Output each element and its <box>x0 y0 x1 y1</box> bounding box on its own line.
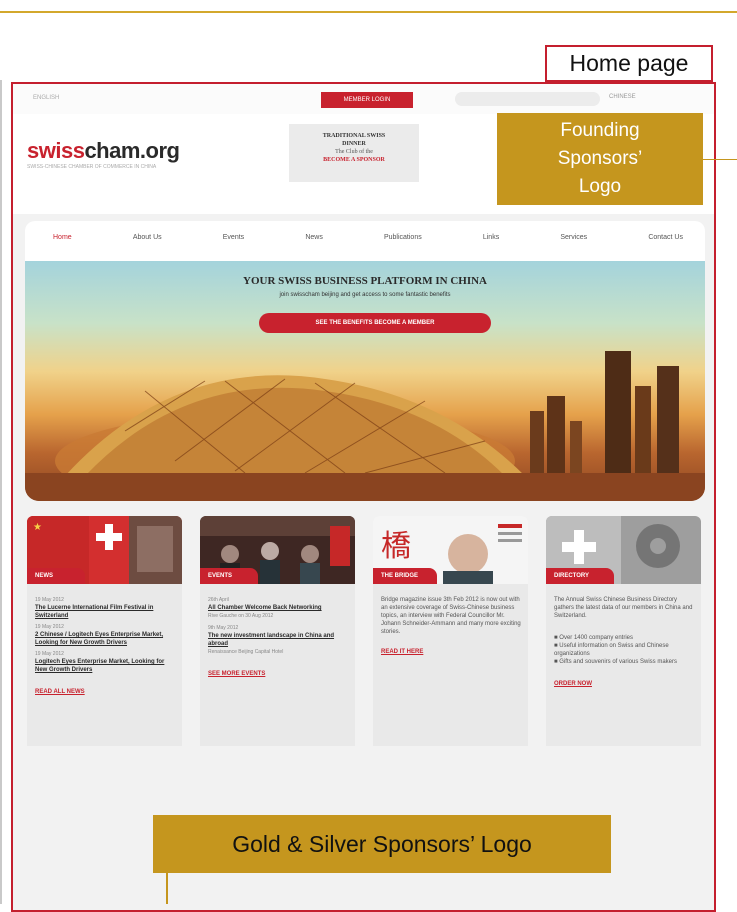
news-date-2: 19 May 2012 <box>35 624 64 630</box>
nav-events[interactable]: Events <box>223 234 244 241</box>
directory-tag: DIRECTORY <box>546 568 614 584</box>
founding-line-1: Founding <box>560 120 640 141</box>
hero-title: YOUR SWISS BUSINESS PLATFORM IN CHINA <box>243 275 487 287</box>
news-link-1[interactable]: The Lucerne International Film Festival … <box>35 604 175 620</box>
news-card: ★ NEWS 19 May 2012 The Lucerne Internati… <box>27 516 182 746</box>
become-sponsor-link[interactable]: BECOME A SPONSOR <box>289 156 419 164</box>
event-link-2[interactable]: The new investment landscape in China an… <box>208 632 348 648</box>
dinner-banner[interactable]: TRADITIONAL SWISS DINNER The Club of the… <box>289 124 419 182</box>
svg-text:★: ★ <box>33 522 42 533</box>
see-more-events-link[interactable]: SEE MORE EVENTS <box>208 670 348 678</box>
directory-bullet-3: ■ Gifts and souvenirs of various Swiss m… <box>554 659 678 665</box>
logo-cham: cham.org <box>84 138 180 163</box>
news-link-3[interactable]: Logitech Eyes Enterprise Market, Looking… <box>35 658 175 674</box>
benefits-member-buttons[interactable]: SEE THE BENEFITS BECOME A MEMBER <box>259 313 491 333</box>
read-it-here-link[interactable]: READ IT HERE <box>381 648 521 656</box>
directory-bullet-text-1: Over 1400 company entries <box>559 635 634 641</box>
nav-services[interactable]: Services <box>560 234 587 241</box>
event-date-2: 9th May 2012 <box>208 625 239 631</box>
nav-about-us[interactable]: About Us <box>133 234 162 241</box>
event-date-1: 26th April <box>208 597 229 603</box>
bridge-body: Bridge magazine issue 3th Feb 2012 is no… <box>381 596 521 656</box>
homepage-screenshot: ENGLISH MEMBER LOGIN CHINESE swisscham.o… <box>11 82 716 912</box>
read-all-news-link[interactable]: READ ALL NEWS <box>35 688 175 696</box>
directory-description: The Annual Swiss Chinese Business Direct… <box>554 597 693 619</box>
events-card: EVENTS 26th April All Chamber Welcome Ba… <box>200 516 355 746</box>
logo-swiss: swiss <box>27 138 85 163</box>
svg-text:橋: 橋 <box>381 529 411 564</box>
bridge-tag: THE BRIDGE <box>373 568 437 584</box>
nav-publications[interactable]: Publications <box>384 234 422 241</box>
founding-line-2: Sponsors’ <box>557 148 643 169</box>
event-link-1[interactable]: All Chamber Welcome Back Networking <box>208 604 348 612</box>
founding-connector-line <box>703 159 737 160</box>
site-logo[interactable]: swisscham.org <box>27 138 180 164</box>
events-body: 26th April All Chamber Welcome Back Netw… <box>208 596 348 678</box>
dinner-line-3: The Club of the <box>335 149 373 155</box>
logo-subtitle: SWISS-CHINESE CHAMBER OF COMMERCE IN CHI… <box>27 164 157 170</box>
directory-bullet-2: ■ Useful information on Swiss and Chines… <box>554 643 669 657</box>
event-desc-1: Rive Gauche on 30 Aug 2012 <box>208 613 274 619</box>
hero-subtitle: join swisscham beijing and get access to… <box>279 292 451 298</box>
dinner-line-1: TRADITIONAL SWISS <box>322 133 386 139</box>
bridge-card: 橋 THE BRIDGE Bridge magazine issue 3th F… <box>373 516 528 746</box>
directory-bullet-1: ■ Over 1400 company entries <box>554 635 634 641</box>
member-login-button[interactable]: MEMBER LOGIN <box>321 92 413 108</box>
utility-bar: ENGLISH MEMBER LOGIN CHINESE <box>13 84 714 114</box>
founding-line-3: Logo <box>578 176 622 197</box>
events-tag: EVENTS <box>200 568 258 584</box>
language-link[interactable]: ENGLISH <box>33 95 59 101</box>
news-date-3: 19 May 2012 <box>35 651 64 657</box>
nav-contact-us[interactable]: Contact Us <box>648 234 683 241</box>
gold-silver-sponsors-annotation: Gold & Silver Sponsors’ Logo <box>153 815 611 873</box>
event-desc-2: Renaissance Beijing Capital Hotel <box>208 649 284 655</box>
directory-bullet-text-3: Gifts and souvenirs of various Swiss mak… <box>559 659 678 665</box>
dinner-line-2: DINNER <box>342 141 366 147</box>
main-navigation: Home About Us Events News Publications L… <box>25 221 705 261</box>
nav-home[interactable]: Home <box>53 234 72 241</box>
left-divider <box>0 80 2 904</box>
founding-sponsors-annotation: Founding Sponsors’ Logo <box>497 113 703 205</box>
hero-banner: YOUR SWISS BUSINESS PLATFORM IN CHINA jo… <box>25 261 705 501</box>
gold-connector-line <box>166 873 168 904</box>
nav-links[interactable]: Links <box>483 234 499 241</box>
home-page-label: Home page <box>545 45 713 82</box>
bridge-description: Bridge magazine issue 3th Feb 2012 is no… <box>381 597 521 635</box>
chinese-link[interactable]: CHINESE <box>609 94 636 100</box>
news-tag: NEWS <box>27 568 85 584</box>
nav-news[interactable]: News <box>305 234 323 241</box>
news-body: 19 May 2012 The Lucerne International Fi… <box>35 596 175 696</box>
search-input[interactable] <box>455 92 600 106</box>
order-now-link[interactable]: ORDER NOW <box>554 680 694 688</box>
news-link-2[interactable]: 2 Chinese / Logitech Eyes Enterprise Mar… <box>35 631 175 647</box>
directory-body: The Annual Swiss Chinese Business Direct… <box>554 596 694 688</box>
directory-card: DIRECTORY The Annual Swiss Chinese Busin… <box>546 516 701 746</box>
top-divider <box>0 11 737 13</box>
directory-bullet-text-2: Useful information on Swiss and Chinese … <box>554 643 669 657</box>
news-date-1: 19 May 2012 <box>35 597 64 603</box>
